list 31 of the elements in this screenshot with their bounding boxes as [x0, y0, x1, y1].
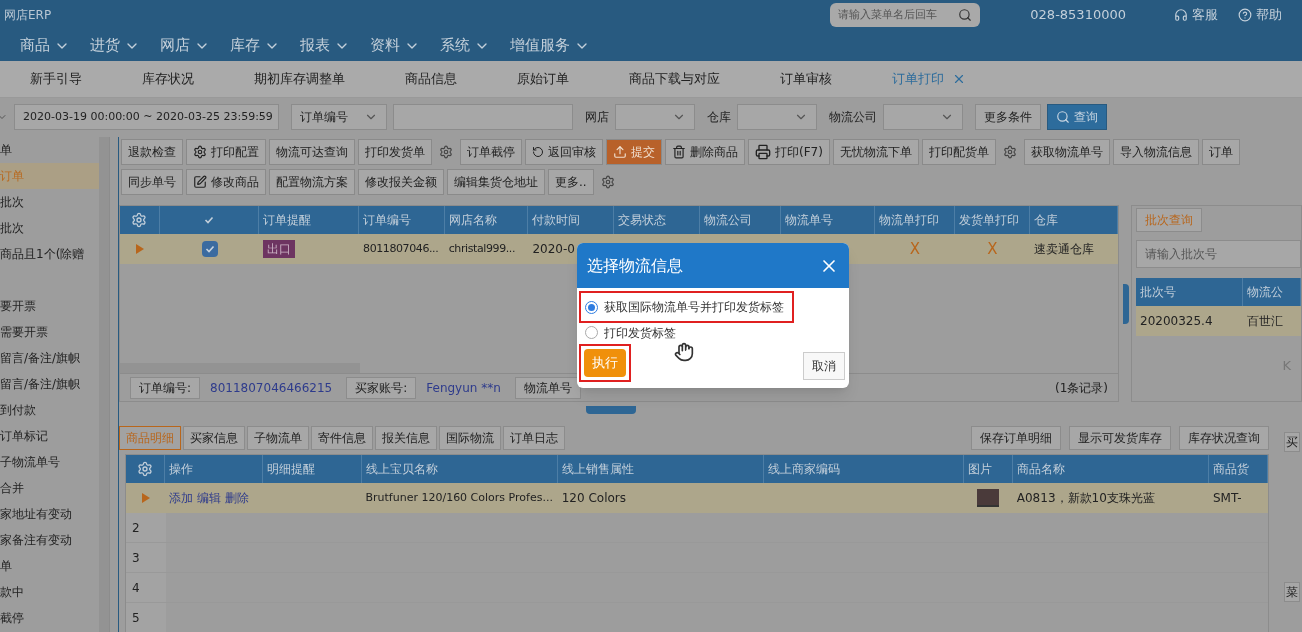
table-cell-text: A0813，新款10支珠光蓝 [1015, 490, 1156, 507]
table-cell-text: 8011807046... [363, 240, 439, 257]
footer-value: 8011807046466215 [210, 379, 333, 397]
export-tag: 出口 [263, 240, 296, 258]
filter-label: 网店 [585, 109, 609, 126]
row-number: 5 [126, 603, 166, 632]
record-count: (1条记录) [1055, 379, 1108, 397]
phone-number: 028-85310000 [1030, 6, 1126, 25]
table-cell-text: 120 Colors [560, 490, 627, 507]
table-cell-text: Brutfuner 120/160 Colors Profes... [364, 489, 554, 506]
footer-label: 物流单号 [514, 376, 581, 399]
footer-label: 买家账号: [346, 376, 417, 399]
row-number: 3 [126, 543, 166, 572]
filter-label: 仓库 [707, 109, 731, 126]
table-cell-text: christal999... [448, 240, 516, 257]
dropdown-value: 订单编号 [300, 109, 348, 126]
brand-name: 网店ERP [3, 7, 52, 24]
row-number: 4 [126, 573, 166, 602]
table-cell-text: SMT- [1212, 490, 1243, 507]
filter-label: 物流公司 [829, 109, 877, 126]
table-cell-text: 速卖通仓库 [1033, 241, 1096, 258]
search-placeholder: 请输入菜单名后回车 [838, 6, 939, 23]
print-status-mark: X [909, 238, 920, 260]
table-cell-text: 百世汇 [1245, 313, 1284, 330]
row-number: 2 [126, 513, 166, 542]
table-cell-text: 2020-0 [531, 241, 576, 258]
footer-label: 订单编号: [130, 376, 201, 399]
print-status-mark: X [987, 238, 998, 260]
footer-value: Fengyun **n [426, 379, 501, 397]
table-cell-text: 20200325.4 [1139, 313, 1214, 330]
dialog-title: 选择物流信息 [587, 254, 683, 277]
